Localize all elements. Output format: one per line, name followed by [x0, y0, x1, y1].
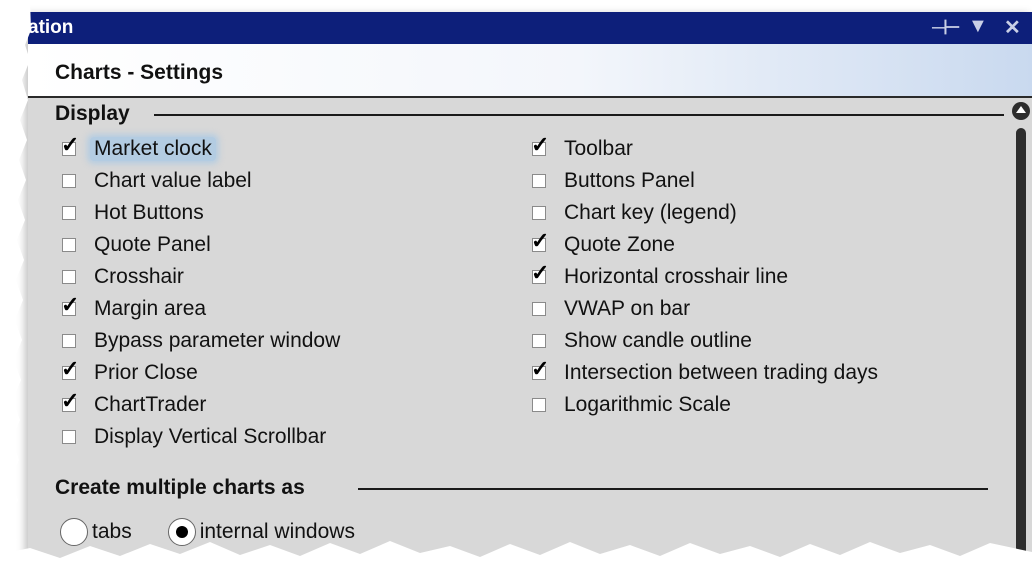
checkbox[interactable]	[532, 206, 546, 220]
checkbox-label: VWAP on bar	[564, 297, 691, 320]
display-left-option[interactable]: Chart value label	[62, 168, 252, 194]
scroll-thumb[interactable]	[1016, 128, 1026, 558]
check-icon: ✓	[61, 292, 80, 317]
checkbox[interactable]	[62, 270, 76, 284]
checkbox[interactable]	[62, 174, 76, 188]
display-section-title: Display	[55, 102, 130, 125]
checkbox-label: Toolbar	[564, 137, 633, 160]
check-icon: ✓	[61, 356, 80, 381]
checkbox[interactable]: ✓	[61, 358, 79, 380]
close-icon[interactable]: ✕	[1004, 15, 1021, 40]
check-icon: ✓	[531, 132, 550, 157]
scroll-up-icon[interactable]	[1012, 102, 1030, 120]
checkbox[interactable]	[532, 398, 546, 412]
torn-edge-bottom	[0, 541, 1032, 571]
display-left-option[interactable]: Bypass parameter window	[62, 328, 340, 354]
display-left-option[interactable]: ✓ Margin area	[61, 294, 207, 322]
multiple-section-title: Create multiple charts as	[55, 476, 305, 499]
checkbox[interactable]	[532, 174, 546, 188]
checkbox[interactable]	[62, 238, 76, 252]
display-section-divider	[154, 114, 1004, 116]
checkbox-label: Prior Close	[94, 361, 198, 384]
checkbox[interactable]: ✓	[531, 358, 549, 380]
display-left-option[interactable]: Display Vertical Scrollbar	[62, 424, 326, 450]
display-left-option[interactable]: ✓ ChartTrader	[61, 390, 207, 418]
check-icon: ✓	[531, 356, 550, 381]
check-icon: ✓	[61, 132, 80, 157]
checkbox[interactable]	[62, 430, 76, 444]
checkbox[interactable]	[62, 334, 76, 348]
checkbox-label: Quote Zone	[564, 233, 675, 256]
checkbox-label: Logarithmic Scale	[564, 393, 731, 416]
display-right-option[interactable]: ✓ Toolbar	[531, 134, 633, 162]
checkbox-label: Horizontal crosshair line	[564, 265, 789, 288]
vertical-scrollbar[interactable]	[1010, 100, 1032, 558]
display-left-option[interactable]: Hot Buttons	[62, 200, 204, 226]
checkbox[interactable]: ✓	[531, 134, 549, 156]
checkbox-label: Margin area	[94, 297, 207, 320]
page-title: Charts - Settings	[55, 61, 224, 84]
display-left-option[interactable]: Crosshair	[62, 264, 184, 290]
checkbox[interactable]	[62, 206, 76, 220]
display-right-option[interactable]: ✓ Quote Zone	[531, 230, 675, 258]
checkbox-label: Buttons Panel	[564, 169, 695, 192]
title-bar: ation ─⊢ ▼ ✕	[28, 12, 1032, 44]
checkbox[interactable]	[532, 334, 546, 348]
check-icon: ✓	[531, 228, 550, 253]
checkbox[interactable]	[532, 302, 546, 316]
display-right-option[interactable]: Buttons Panel	[532, 168, 695, 194]
checkbox-label: ChartTrader	[94, 393, 207, 416]
display-left-option[interactable]: Quote Panel	[62, 232, 211, 258]
checkbox[interactable]: ✓	[61, 390, 79, 412]
torn-edge-left	[0, 0, 31, 571]
checkbox[interactable]: ✓	[531, 230, 549, 252]
display-right-option[interactable]: Show candle outline	[532, 328, 752, 354]
checkbox[interactable]: ✓	[61, 294, 79, 316]
checkbox-label: Bypass parameter window	[94, 329, 341, 352]
display-left-option[interactable]: ✓ Prior Close	[61, 358, 198, 386]
settings-header: Charts - Settings	[28, 44, 1032, 98]
display-right-option[interactable]: Chart key (legend)	[532, 200, 737, 226]
checkbox-label: Crosshair	[94, 265, 184, 288]
check-icon: ✓	[61, 388, 80, 413]
display-left-option[interactable]: ✓ Market clock	[61, 134, 216, 162]
settings-window: ation ─⊢ ▼ ✕ Charts - Settings Display ✓…	[28, 12, 1032, 558]
display-right-option[interactable]: ✓ Intersection between trading days	[531, 358, 879, 386]
multiple-section-divider	[358, 488, 988, 490]
checkbox[interactable]: ✓	[61, 134, 79, 156]
checkbox-label: Chart value label	[94, 169, 252, 192]
checkbox-label: Hot Buttons	[94, 201, 204, 224]
checkbox-label: Market clock	[90, 137, 216, 161]
display-right-option[interactable]: VWAP on bar	[532, 296, 690, 322]
dropdown-icon[interactable]: ▼	[968, 15, 988, 38]
checkbox-label: Show candle outline	[564, 329, 752, 352]
display-right-option[interactable]: Logarithmic Scale	[532, 392, 731, 418]
checkbox-label: Display Vertical Scrollbar	[94, 425, 327, 448]
checkbox[interactable]: ✓	[531, 262, 549, 284]
checkbox-label: Quote Panel	[94, 233, 211, 256]
pin-icon[interactable]: ─⊢	[932, 15, 961, 40]
checkbox-label: Chart key (legend)	[564, 201, 737, 224]
checkbox-label: Intersection between trading days	[564, 361, 879, 384]
display-right-option[interactable]: ✓ Horizontal crosshair line	[531, 262, 789, 290]
check-icon: ✓	[531, 260, 550, 285]
